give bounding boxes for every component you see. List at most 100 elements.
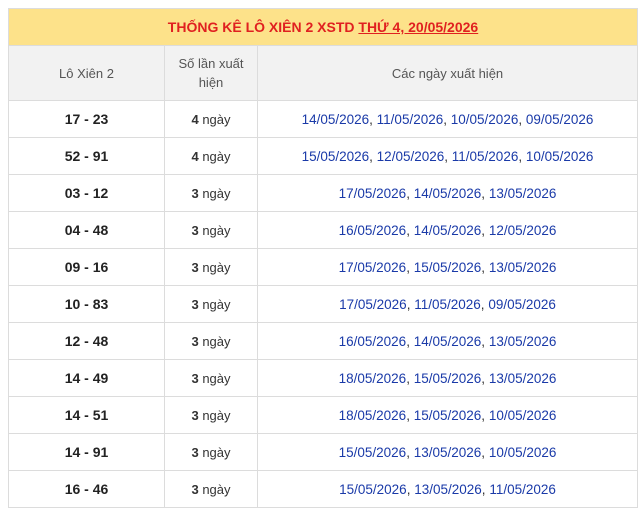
date-link[interactable]: 13/05/2026 bbox=[489, 334, 557, 349]
dates-cell: 15/05/2026, 13/05/2026, 10/05/2026 bbox=[256, 433, 639, 471]
table-row: 16 - 46 3 ngày 15/05/2026, 13/05/2026, 11/… bbox=[8, 470, 639, 508]
date-link[interactable]: 15/05/2026 bbox=[339, 482, 407, 497]
count-value: 3 bbox=[191, 333, 199, 349]
count-cell: 4 ngày bbox=[164, 137, 258, 175]
count-unit: ngày bbox=[198, 333, 231, 349]
count-cell: 3 ngày bbox=[164, 396, 258, 434]
date-link[interactable]: 09/05/2026 bbox=[488, 297, 556, 312]
count-unit: ngày bbox=[198, 370, 231, 386]
date-link[interactable]: 17/05/2026 bbox=[339, 297, 407, 312]
dates-cell: 17/05/2026, 15/05/2026, 13/05/2026 bbox=[256, 248, 639, 286]
table-body: 17 - 23 4 ngày 14/05/2026, 11/05/2026, 10/… bbox=[8, 100, 639, 508]
column-header-count: Số lần xuất hiện bbox=[164, 45, 258, 101]
count-value: 3 bbox=[191, 222, 199, 238]
date-link[interactable]: 10/05/2026 bbox=[489, 445, 557, 460]
count-unit: ngày bbox=[198, 259, 231, 275]
pair-cell: 17 - 23 bbox=[8, 100, 165, 138]
date-link[interactable]: 14/05/2026 bbox=[414, 334, 482, 349]
date-link[interactable]: 15/05/2026 bbox=[414, 371, 482, 386]
date-link[interactable]: 18/05/2026 bbox=[339, 408, 407, 423]
pair-cell: 03 - 12 bbox=[8, 174, 165, 212]
table-row: 12 - 48 3 ngày 16/05/2026, 14/05/2026, 13/… bbox=[8, 322, 639, 360]
count-value: 3 bbox=[191, 407, 199, 423]
date-link[interactable]: 16/05/2026 bbox=[339, 334, 407, 349]
count-cell: 3 ngày bbox=[164, 211, 258, 249]
count-unit: ngày bbox=[198, 407, 231, 423]
date-link[interactable]: 13/05/2026 bbox=[489, 371, 557, 386]
pair-cell: 14 - 49 bbox=[8, 359, 165, 397]
date-link[interactable]: 13/05/2026 bbox=[414, 482, 482, 497]
date-link[interactable]: 13/05/2026 bbox=[489, 186, 557, 201]
dates-cell: 18/05/2026, 15/05/2026, 13/05/2026 bbox=[256, 359, 639, 397]
count-unit: ngày bbox=[198, 111, 231, 127]
date-link[interactable]: 14/05/2026 bbox=[414, 186, 482, 201]
date-link[interactable]: 13/05/2026 bbox=[414, 445, 482, 460]
date-link[interactable]: 16/05/2026 bbox=[339, 223, 407, 238]
date-link[interactable]: 15/05/2026 bbox=[302, 149, 370, 164]
count-value: 4 bbox=[191, 148, 199, 164]
count-unit: ngày bbox=[198, 296, 231, 312]
date-link[interactable]: 11/05/2026 bbox=[452, 149, 519, 164]
count-value: 3 bbox=[191, 444, 199, 460]
dates-cell: 17/05/2026, 14/05/2026, 13/05/2026 bbox=[256, 174, 639, 212]
date-link[interactable]: 12/05/2026 bbox=[377, 149, 445, 164]
title-date-link[interactable]: THỨ 4, 20/05/2026 bbox=[358, 19, 478, 35]
count-cell: 3 ngày bbox=[164, 322, 258, 360]
lo-xien-stats-table: THỐNG KÊ LÔ XIÊN 2 XSTD THỨ 4, 20/05/202… bbox=[7, 8, 639, 508]
dates-cell: 14/05/2026, 11/05/2026, 10/05/2026, 09/0… bbox=[256, 100, 639, 138]
date-link[interactable]: 12/05/2026 bbox=[489, 223, 557, 238]
column-header-pair: Lô Xiên 2 bbox=[8, 45, 165, 101]
pair-cell: 52 - 91 bbox=[8, 137, 165, 175]
table-row: 03 - 12 3 ngày 17/05/2026, 14/05/2026, 13/… bbox=[8, 174, 639, 212]
date-link[interactable]: 15/05/2026 bbox=[414, 408, 482, 423]
count-cell: 4 ngày bbox=[164, 100, 258, 138]
date-link[interactable]: 15/05/2026 bbox=[414, 260, 482, 275]
date-link[interactable]: 17/05/2026 bbox=[339, 186, 407, 201]
table-title: THỐNG KÊ LÔ XIÊN 2 XSTD THỨ 4, 20/05/202… bbox=[7, 8, 639, 46]
date-link[interactable]: 15/05/2026 bbox=[339, 445, 407, 460]
table-row: 09 - 16 3 ngày 17/05/2026, 15/05/2026, 13/… bbox=[8, 248, 639, 286]
date-link[interactable]: 10/05/2026 bbox=[489, 408, 557, 423]
pair-cell: 14 - 91 bbox=[8, 433, 165, 471]
dates-cell: 18/05/2026, 15/05/2026, 10/05/2026 bbox=[256, 396, 639, 434]
count-value: 3 bbox=[191, 259, 199, 275]
count-unit: ngày bbox=[198, 222, 231, 238]
date-link[interactable]: 13/05/2026 bbox=[489, 260, 557, 275]
count-value: 3 bbox=[191, 370, 199, 386]
dates-cell: 15/05/2026, 12/05/2026, 11/05/2026, 10/0… bbox=[256, 137, 639, 175]
dates-cell: 16/05/2026, 14/05/2026, 12/05/2026 bbox=[256, 211, 639, 249]
date-link[interactable]: 14/05/2026 bbox=[414, 223, 482, 238]
pair-cell: 16 - 46 bbox=[8, 470, 165, 508]
date-link[interactable]: 11/05/2026 bbox=[489, 482, 556, 497]
table-row: 04 - 48 3 ngày 16/05/2026, 14/05/2026, 12/… bbox=[8, 211, 639, 249]
count-value: 3 bbox=[191, 185, 199, 201]
table-title-row: THỐNG KÊ LÔ XIÊN 2 XSTD THỨ 4, 20/05/202… bbox=[7, 8, 639, 46]
count-unit: ngày bbox=[198, 185, 231, 201]
date-link[interactable]: 09/05/2026 bbox=[526, 112, 594, 127]
count-unit: ngày bbox=[198, 481, 231, 497]
date-link[interactable]: 17/05/2026 bbox=[339, 260, 407, 275]
table-row: 52 - 91 4 ngày 15/05/2026, 12/05/2026, 11/… bbox=[8, 137, 639, 175]
count-value: 4 bbox=[191, 111, 199, 127]
count-cell: 3 ngày bbox=[164, 174, 258, 212]
count-cell: 3 ngày bbox=[164, 359, 258, 397]
date-link[interactable]: 10/05/2026 bbox=[526, 149, 594, 164]
count-value: 3 bbox=[191, 481, 199, 497]
table-row: 10 - 83 3 ngày 17/05/2026, 11/05/2026, 09/… bbox=[8, 285, 639, 323]
dates-cell: 16/05/2026, 14/05/2026, 13/05/2026 bbox=[256, 322, 639, 360]
title-prefix: THỐNG KÊ LÔ XIÊN 2 XSTD bbox=[167, 19, 359, 35]
table-row: 14 - 51 3 ngày 18/05/2026, 15/05/2026, 10/… bbox=[8, 396, 639, 434]
date-link[interactable]: 10/05/2026 bbox=[451, 112, 519, 127]
date-link[interactable]: 18/05/2026 bbox=[339, 371, 407, 386]
date-link[interactable]: 11/05/2026 bbox=[414, 297, 481, 312]
table-header-row: Lô Xiên 2 Số lần xuất hiện Các ngày xuất… bbox=[8, 45, 639, 101]
stats-table-container: THỐNG KÊ LÔ XIÊN 2 XSTD THỨ 4, 20/05/202… bbox=[7, 8, 639, 508]
table-row: 17 - 23 4 ngày 14/05/2026, 11/05/2026, 10/… bbox=[8, 100, 639, 138]
date-link[interactable]: 14/05/2026 bbox=[302, 112, 370, 127]
date-link[interactable]: 11/05/2026 bbox=[377, 112, 444, 127]
table-row: 14 - 49 3 ngày 18/05/2026, 15/05/2026, 13/… bbox=[8, 359, 639, 397]
column-header-dates: Các ngày xuất hiện bbox=[256, 45, 639, 101]
count-unit: ngày bbox=[198, 148, 231, 164]
pair-cell: 09 - 16 bbox=[8, 248, 165, 286]
count-unit: ngày bbox=[198, 444, 231, 460]
